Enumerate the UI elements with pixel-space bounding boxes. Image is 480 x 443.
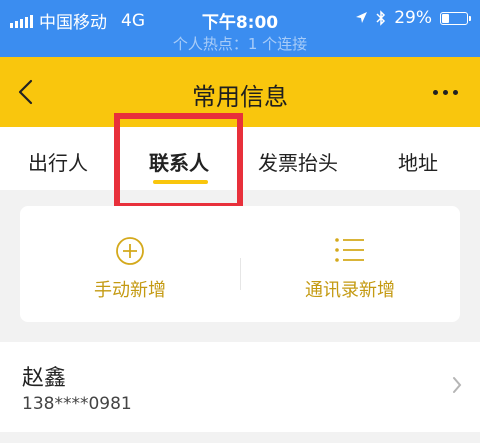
page-title: 常用信息 bbox=[192, 83, 288, 111]
location-icon bbox=[356, 12, 368, 23]
tab-travelers[interactable]: 出行人 bbox=[28, 147, 88, 176]
manual-add-button[interactable]: 手动新增 bbox=[20, 206, 240, 322]
bluetooth-icon bbox=[376, 10, 386, 26]
list-icon bbox=[335, 238, 364, 262]
add-contact-card: 手动新增 通讯录新增 bbox=[20, 206, 460, 322]
manual-add-label: 手动新增 bbox=[94, 280, 166, 301]
contacts-add-label: 通讯录新增 bbox=[305, 280, 395, 301]
contacts-add-button[interactable]: 通讯录新增 bbox=[240, 206, 460, 322]
contact-list-item[interactable]: 赵鑫 138****0981 bbox=[0, 342, 480, 432]
status-bar: 中国移动 4G 下午8:00 29% 个人热点：1 个连接 bbox=[0, 0, 480, 57]
hotspot-banner[interactable]: 个人热点：1 个连接 bbox=[0, 33, 480, 54]
tab-invoice-title[interactable]: 发票抬头 bbox=[258, 147, 338, 176]
battery-percent: 29% bbox=[394, 8, 432, 28]
more-icon[interactable] bbox=[433, 90, 458, 95]
chevron-right-icon bbox=[453, 377, 462, 393]
contact-name: 赵鑫 bbox=[22, 366, 67, 391]
tab-address[interactable]: 地址 bbox=[398, 147, 438, 176]
add-circle-icon bbox=[116, 237, 144, 265]
battery-icon bbox=[440, 11, 471, 25]
contact-phone: 138****0981 bbox=[22, 394, 132, 414]
highlight-annotation bbox=[114, 113, 243, 209]
